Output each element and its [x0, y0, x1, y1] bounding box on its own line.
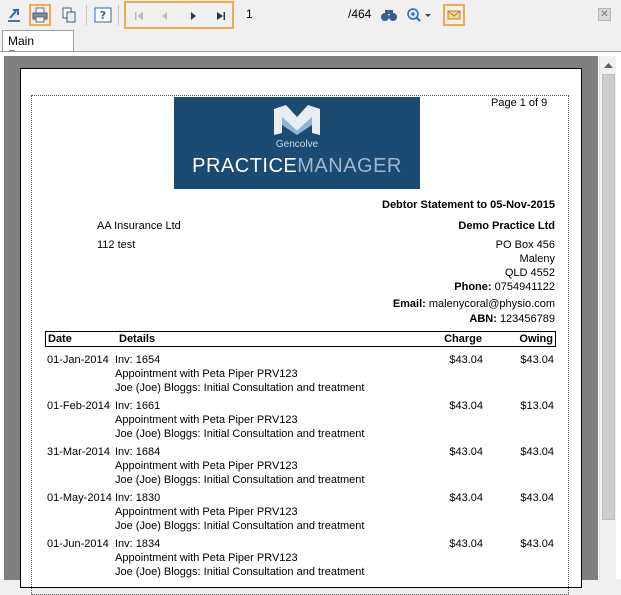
row-charge: $43.04 — [449, 538, 483, 550]
debtor-address: 112 test — [97, 239, 136, 251]
print-icon[interactable] — [29, 4, 51, 26]
table-row: 01-Jun-2014 Inv: 1834 Appointment with P… — [45, 538, 556, 584]
logo-subtext: Gencolve — [275, 139, 319, 150]
row-owing: $43.04 — [520, 354, 554, 366]
row-invoice: Inv: 1834 — [115, 538, 161, 550]
next-page-icon[interactable] — [186, 9, 200, 23]
email-icon[interactable] — [443, 4, 465, 26]
table-row: 01-Jan-2014 Inv: 1654 Appointment with P… — [45, 354, 556, 400]
scroll-up-icon[interactable] — [600, 56, 617, 73]
vertical-scrollbar[interactable] — [599, 56, 616, 580]
logo-icon — [274, 105, 320, 135]
practice-name: Demo Practice Ltd — [458, 220, 555, 232]
table-row: 31-Mar-2014 Inv: 1684 Appointment with P… — [45, 446, 556, 492]
last-page-icon[interactable] — [214, 9, 228, 23]
row-description: Joe (Joe) Bloggs: Initial Consultation a… — [115, 474, 365, 486]
row-charge: $43.04 — [449, 400, 483, 412]
practice-abn: ABN: 123456789 — [469, 313, 555, 325]
tab-main-report[interactable]: Main Report — [2, 30, 74, 62]
row-charge: $43.04 — [449, 354, 483, 366]
svg-text:?: ? — [100, 9, 106, 22]
page-number-input[interactable] — [242, 5, 342, 23]
row-appointment: Appointment with Peta Piper PRV123 — [115, 460, 298, 472]
row-invoice: Inv: 1661 — [115, 400, 161, 412]
practice-address-1: PO Box 456 — [495, 239, 555, 251]
row-appointment: Appointment with Peta Piper PRV123 — [115, 506, 298, 518]
report-viewer: Page 1 of 9 Gencolve PRACTICEMANAGER Deb… — [0, 51, 621, 595]
practice-manager-logo: Gencolve PRACTICEMANAGER — [174, 97, 420, 189]
row-date: 01-Feb-2014 — [47, 400, 110, 412]
row-description: Joe (Joe) Bloggs: Initial Consultation a… — [115, 520, 365, 532]
row-description: Joe (Joe) Bloggs: Initial Consultation a… — [115, 428, 365, 440]
report-page: Page 1 of 9 Gencolve PRACTICEMANAGER Deb… — [20, 68, 582, 595]
row-appointment: Appointment with Peta Piper PRV123 — [115, 552, 298, 564]
column-header-details: Details — [119, 333, 156, 345]
row-invoice: Inv: 1654 — [115, 354, 161, 366]
row-invoice: Inv: 1684 — [115, 446, 161, 458]
page-label: Page 1 of 9 — [491, 97, 548, 109]
column-header-charge: Charge — [444, 333, 482, 345]
page-navigation-group — [124, 1, 234, 29]
table-header: Date Details Charge Owing — [45, 331, 556, 347]
scrollbar-thumb[interactable] — [602, 74, 615, 520]
page-total-label: /464 — [348, 7, 372, 21]
row-owing: $43.04 — [520, 538, 554, 550]
first-page-icon[interactable] — [132, 9, 146, 23]
row-owing: $43.04 — [520, 492, 554, 504]
row-appointment: Appointment with Peta Piper PRV123 — [115, 414, 298, 426]
statement-title: Debtor Statement to 05-Nov-2015 — [382, 199, 555, 211]
export-icon[interactable] — [3, 4, 25, 26]
practice-address-2: Maleny — [519, 253, 555, 265]
prev-page-icon[interactable] — [158, 9, 172, 23]
row-date: 01-Jan-2014 — [47, 354, 109, 366]
row-date: 31-Mar-2014 — [47, 446, 110, 458]
row-owing: $13.04 — [520, 400, 554, 412]
row-date: 01-Jun-2014 — [47, 538, 109, 550]
practice-email: Email: malenycoral@physio.com — [392, 298, 555, 310]
row-owing: $43.04 — [520, 446, 554, 458]
row-description: Joe (Joe) Bloggs: Initial Consultation a… — [115, 566, 365, 578]
close-icon[interactable]: ✕ — [598, 8, 611, 21]
copy-icon[interactable] — [58, 4, 80, 26]
row-charge: $43.04 — [449, 492, 483, 504]
help-icon[interactable]: ? — [92, 4, 114, 26]
row-date: 01-May-2014 — [47, 492, 112, 504]
practice-address-3: QLD 4552 — [504, 267, 555, 279]
debtor-name: AA Insurance Ltd — [97, 220, 181, 232]
column-header-date: Date — [48, 333, 72, 345]
zoom-icon[interactable] — [405, 4, 433, 26]
practice-phone: Phone: 0754941122 — [454, 281, 555, 293]
table-row: 01-Feb-2014 Inv: 1661 Appointment with P… — [45, 400, 556, 446]
logo-title: PRACTICEMANAGER — [192, 155, 402, 177]
find-icon[interactable] — [378, 4, 400, 26]
table-row: 01-May-2014 Inv: 1830 Appointment with P… — [45, 492, 556, 538]
row-invoice: Inv: 1830 — [115, 492, 161, 504]
report-toolbar: ? /464 ✕ — [0, 0, 621, 30]
row-appointment: Appointment with Peta Piper PRV123 — [115, 368, 298, 380]
report-canvas: Page 1 of 9 Gencolve PRACTICEMANAGER Deb… — [4, 56, 598, 595]
row-description: Joe (Joe) Bloggs: Initial Consultation a… — [115, 382, 365, 394]
row-charge: $43.04 — [449, 446, 483, 458]
column-header-owing: Owing — [519, 333, 553, 345]
